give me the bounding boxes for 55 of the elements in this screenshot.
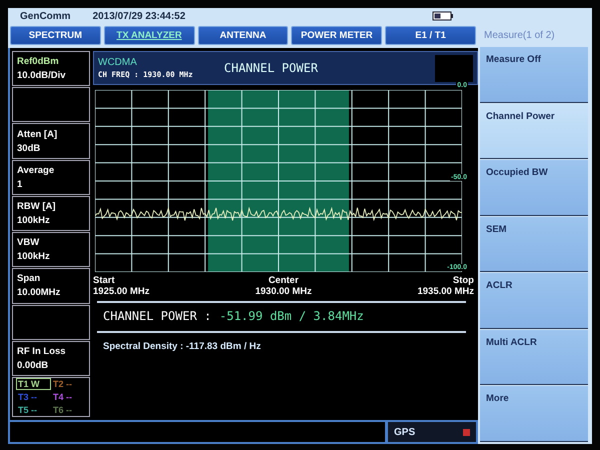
mode-tab[interactable]: E1 / T1 — [385, 26, 476, 45]
menu-item[interactable]: More — [480, 386, 588, 442]
parameter-box[interactable]: Ref0dBm 10.0dB/Div — [12, 51, 90, 86]
parameter-value: 1 — [17, 178, 24, 190]
mode-tab[interactable]: POWER METER — [291, 26, 382, 45]
trace-label[interactable]: T5 -- — [16, 404, 51, 416]
menu-item[interactable]: Measure Off — [480, 47, 588, 103]
frequency-label: Start — [93, 275, 116, 286]
frequency-value: 1935.00 MHz — [417, 286, 474, 297]
parameter-value: 0.00dB — [17, 360, 50, 371]
parameter-value: 100kHz — [17, 214, 51, 226]
parameter-box[interactable]: RF In Loss 0.00dB — [12, 340, 90, 376]
parameter-box[interactable]: Span 10.00MHz — [12, 268, 90, 304]
menu-item[interactable]: ACLR — [480, 273, 588, 329]
parameter-box[interactable]: Average 1 — [12, 160, 90, 195]
parameter-label: Ref0dBm — [17, 56, 60, 68]
standard-label: WCDMA — [98, 57, 138, 68]
battery-icon — [432, 11, 454, 21]
parameter-value: 10.0dB/Div — [17, 70, 67, 82]
parameter-value: 100kHz — [17, 251, 51, 262]
parameter-label: RF In Loss — [17, 346, 67, 357]
parameter-label: VBW — [17, 237, 40, 248]
mode-tab[interactable]: ANTENNA — [198, 26, 288, 45]
menu-item[interactable]: Channel Power — [480, 104, 588, 160]
frequency-value: 1930.00 MHz — [255, 286, 312, 297]
mode-tab[interactable]: SPECTRUM — [10, 26, 101, 45]
parameter-box[interactable]: VBW 100kHz — [12, 232, 90, 268]
trace-label[interactable]: T6 -- — [51, 404, 86, 416]
parameter-value: 10.00MHz — [17, 287, 62, 298]
menu-title: Measure(1 of 2) — [483, 28, 556, 42]
result-label: CHANNEL POWER : — [103, 309, 212, 323]
parameter-label: Span — [17, 273, 42, 284]
date-time: 2013/07/29 23:44:52 — [92, 10, 186, 22]
menu-item[interactable]: Occupied BW — [480, 160, 588, 216]
menu-item[interactable]: SEM — [480, 216, 588, 272]
parameter-box[interactable]: Atten [A] 30dB — [12, 123, 90, 159]
brand-label: GenComm — [20, 10, 71, 22]
trace-label[interactable]: T1 W — [16, 378, 51, 390]
spectral-density: Spectral Density : -117.83 dBm / Hz — [102, 340, 262, 354]
parameter-label: Atten [A] — [17, 128, 58, 140]
trace-label[interactable]: T2 -- — [51, 378, 86, 390]
mode-tab[interactable]: TX ANALYZER — [104, 26, 195, 45]
parameter-value: 30dB — [17, 142, 42, 154]
measurement-title: CHANNEL POWER — [224, 61, 318, 75]
header-box — [435, 54, 473, 82]
frequency-value: 1925.00 MHz — [93, 286, 150, 297]
result-value: -51.99 dBm / 3.84MHz — [219, 309, 364, 323]
menu-item[interactable]: Multi ACLR — [480, 330, 588, 386]
frequency-label: Stop — [452, 275, 474, 286]
gps-label: GPS — [394, 426, 416, 438]
parameter-label: RBW [A] — [17, 200, 57, 212]
trace-label[interactable]: T4 -- — [51, 390, 86, 403]
parameter-label: Average — [17, 164, 56, 176]
parameter-box[interactable]: RBW [A] 100kHz — [12, 196, 90, 232]
frequency-label: Center — [268, 275, 299, 286]
